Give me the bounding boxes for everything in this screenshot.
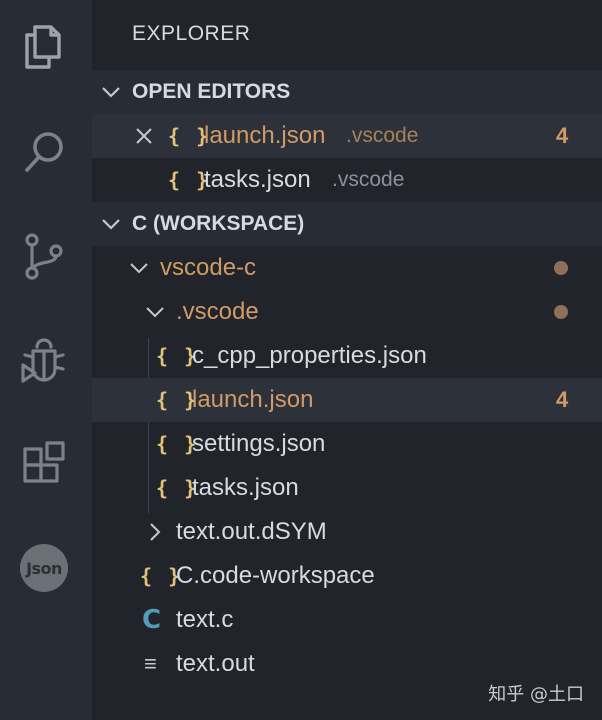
open-editors-header[interactable]: OPEN EDITORS <box>92 70 602 114</box>
chevron-down-icon <box>102 219 120 230</box>
workspace-title: C (WORKSPACE) <box>132 212 305 235</box>
folder-name: .vscode <box>176 298 259 325</box>
tree-file[interactable]: { } c_cpp_properties.json <box>92 334 602 378</box>
file-name: C.code-workspace <box>176 562 375 589</box>
file-name: text.out <box>176 650 255 677</box>
folder-name: vscode-c <box>160 254 257 281</box>
explorer-sidebar: EXPLORER OPEN EDITORS { } launch.json .v… <box>92 0 602 720</box>
close-icon[interactable] <box>134 126 154 146</box>
text-file-icon: ≡ <box>144 651 157 676</box>
modified-dot <box>554 305 568 319</box>
tree-file[interactable]: { } settings.json <box>92 422 602 466</box>
chevron-right-icon <box>150 523 161 541</box>
run-debug-icon[interactable] <box>16 332 72 388</box>
json-extension-icon[interactable]: Json <box>16 540 72 596</box>
folder-name: text.out.dSYM <box>176 518 327 545</box>
file-name: settings.json <box>192 430 326 457</box>
json-badge-label: Json <box>20 544 68 592</box>
c-file-icon: C <box>142 605 162 635</box>
tree-folder-vscode-c[interactable]: vscode-c <box>92 246 602 290</box>
open-editor-filename: launch.json <box>204 122 326 149</box>
tree-file[interactable]: { } launch.json 4 <box>92 378 602 422</box>
extensions-icon[interactable] <box>16 436 72 492</box>
tree-file[interactable]: { } C.code-workspace <box>92 554 602 598</box>
open-editor-folder: .vscode <box>332 168 405 191</box>
file-name: tasks.json <box>192 474 299 501</box>
open-editors-title: OPEN EDITORS <box>132 80 291 103</box>
chevron-down-icon <box>102 87 120 98</box>
open-editor-item[interactable]: { } tasks.json .vscode <box>92 158 602 202</box>
chevron-down-icon <box>130 263 148 274</box>
chevron-down-icon <box>146 307 164 318</box>
open-editor-folder: .vscode <box>346 124 419 147</box>
file-name: text.c <box>176 606 234 633</box>
search-icon[interactable] <box>16 124 72 180</box>
source-control-icon[interactable] <box>16 228 72 284</box>
activity-bar: Json <box>0 0 92 720</box>
problem-count-badge: 4 <box>556 387 569 412</box>
files-icon[interactable] <box>16 18 72 74</box>
explorer-title: EXPLORER <box>132 22 251 45</box>
workspace-header[interactable]: C (WORKSPACE) <box>92 202 602 246</box>
watermark: 知乎 @土口 <box>488 684 584 705</box>
tree-folder-dsym[interactable]: text.out.dSYM <box>92 510 602 554</box>
tree-file[interactable]: C text.c <box>92 598 602 642</box>
file-name: c_cpp_properties.json <box>192 342 427 369</box>
open-editor-filename: tasks.json <box>204 166 311 193</box>
file-name: launch.json <box>192 386 314 413</box>
tree-folder-dot-vscode[interactable]: .vscode <box>92 290 602 334</box>
open-editor-item[interactable]: { } launch.json .vscode 4 <box>92 114 602 158</box>
problem-count-badge: 4 <box>556 123 569 148</box>
tree-file[interactable]: { } tasks.json <box>92 466 602 510</box>
modified-dot <box>554 261 568 275</box>
